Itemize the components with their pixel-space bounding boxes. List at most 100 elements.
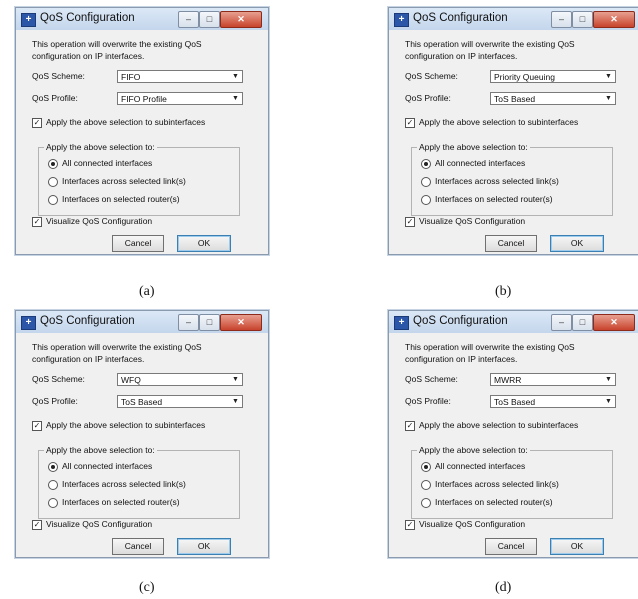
qos-profile-label: QoS Profile: [405,93,451,103]
subinterfaces-checkbox[interactable]: ✓ Apply the above selection to subinterfa… [32,117,205,128]
radio-empty-icon [421,194,431,205]
close-button[interactable]: ✕ [220,11,262,28]
qos-profile-value: ToS Based [121,397,163,407]
qos-dialog-c: + QoS Configuration – □ ✕ This operation… [15,310,269,558]
qos-scheme-select[interactable]: MWRR ▼ [490,373,616,386]
maximize-button[interactable]: □ [572,314,593,331]
qos-scheme-select[interactable]: Priority Queuing ▼ [490,70,616,83]
maximize-button[interactable]: □ [199,314,220,331]
cancel-button[interactable]: Cancel [485,235,537,252]
caption-a: (a) [139,284,155,299]
close-button[interactable]: ✕ [220,314,262,331]
window-title: QoS Configuration [40,12,135,24]
group-title: Apply the above selection to: [417,445,530,455]
radio-selected-icon [48,158,58,169]
description-text: This operation will overwrite the existi… [32,39,202,61]
qos-scheme-label: QoS Scheme: [32,374,85,384]
qos-scheme-select[interactable]: FIFO ▼ [117,70,243,83]
app-icon: + [394,316,409,330]
cancel-button[interactable]: Cancel [112,235,164,252]
radio-routers-label: Interfaces on selected router(s) [435,194,553,204]
subinterfaces-label: Apply the above selection to subinterfac… [46,117,206,127]
qos-dialog-d: + QoS Configuration – □ ✕ This operation… [388,310,638,558]
radio-all-label: All connected interfaces [62,461,153,471]
checkmark-icon: ✓ [405,216,415,227]
window-title: QoS Configuration [40,315,135,327]
title-bar[interactable]: + QoS Configuration – □ ✕ [389,8,638,30]
radio-all-connected[interactable]: All connected interfaces [421,158,525,169]
subinterfaces-checkbox[interactable]: ✓ Apply the above selection to subinterfa… [32,420,205,431]
radio-selected-icon [421,461,431,472]
chevron-down-icon: ▼ [232,376,239,383]
maximize-button[interactable]: □ [199,11,220,28]
ok-button[interactable]: OK [177,538,231,555]
group-title: Apply the above selection to: [44,445,157,455]
radio-selected-routers[interactable]: Interfaces on selected router(s) [421,194,553,205]
visualize-checkbox[interactable]: ✓ Visualize QoS Configuration [32,519,152,530]
cancel-button[interactable]: Cancel [485,538,537,555]
subinterfaces-checkbox[interactable]: ✓ Apply the above selection to subinterfa… [405,117,578,128]
radio-all-label: All connected interfaces [435,461,526,471]
chevron-down-icon: ▼ [605,398,612,405]
qos-profile-value: ToS Based [494,94,536,104]
radio-empty-icon [421,497,431,508]
qos-profile-value: FIFO Profile [121,94,167,104]
checkmark-icon: ✓ [32,117,42,128]
close-button[interactable]: ✕ [593,11,635,28]
radio-selected-routers[interactable]: Interfaces on selected router(s) [48,194,180,205]
minimize-button[interactable]: – [551,314,572,331]
cancel-button[interactable]: Cancel [112,538,164,555]
visualize-checkbox[interactable]: ✓ Visualize QoS Configuration [32,216,152,227]
radio-all-connected[interactable]: All connected interfaces [48,461,152,472]
visualize-label: Visualize QoS Configuration [419,216,526,226]
radio-selected-icon [48,461,58,472]
qos-scheme-select[interactable]: WFQ ▼ [117,373,243,386]
radio-selected-links[interactable]: Interfaces across selected link(s) [48,479,186,490]
ok-button[interactable]: OK [550,235,604,252]
title-bar[interactable]: + QoS Configuration – □ ✕ [16,8,268,30]
radio-empty-icon [421,176,431,187]
radio-selected-links[interactable]: Interfaces across selected link(s) [48,176,186,187]
subinterfaces-label: Apply the above selection to subinterfac… [419,420,579,430]
title-bar[interactable]: + QoS Configuration – □ ✕ [389,311,638,333]
qos-dialog-a: + QoS Configuration – □ ✕ This operation… [15,7,269,255]
apply-selection-group: Apply the above selection to: All connec… [411,142,613,216]
visualize-label: Visualize QoS Configuration [46,519,153,529]
radio-links-label: Interfaces across selected link(s) [435,176,559,186]
minimize-button[interactable]: – [551,11,572,28]
maximize-button[interactable]: □ [572,11,593,28]
radio-empty-icon [48,176,58,187]
radio-all-connected[interactable]: All connected interfaces [48,158,152,169]
qos-profile-label: QoS Profile: [32,93,78,103]
radio-selected-routers[interactable]: Interfaces on selected router(s) [421,497,553,508]
checkmark-icon: ✓ [405,420,415,431]
radio-empty-icon [48,479,58,490]
minimize-button[interactable]: – [178,11,199,28]
radio-selected-links[interactable]: Interfaces across selected link(s) [421,479,559,490]
qos-scheme-label: QoS Scheme: [405,374,458,384]
radio-selected-routers[interactable]: Interfaces on selected router(s) [48,497,180,508]
ok-button[interactable]: OK [550,538,604,555]
title-bar[interactable]: + QoS Configuration – □ ✕ [16,311,268,333]
subinterfaces-checkbox[interactable]: ✓ Apply the above selection to subinterfa… [405,420,578,431]
qos-scheme-label: QoS Scheme: [405,71,458,81]
apply-selection-group: Apply the above selection to: All connec… [411,445,613,519]
radio-all-connected[interactable]: All connected interfaces [421,461,525,472]
qos-scheme-value: FIFO [121,72,141,82]
caption-d: (d) [495,580,512,595]
dialog-body: This operation will overwrite the existi… [392,333,638,555]
radio-routers-label: Interfaces on selected router(s) [62,497,180,507]
qos-profile-select[interactable]: ToS Based ▼ [490,92,616,105]
close-button[interactable]: ✕ [593,314,635,331]
chevron-down-icon: ▼ [232,95,239,102]
description-text: This operation will overwrite the existi… [32,342,202,364]
qos-profile-select[interactable]: ToS Based ▼ [117,395,243,408]
ok-button[interactable]: OK [177,235,231,252]
visualize-checkbox[interactable]: ✓ Visualize QoS Configuration [405,216,525,227]
qos-profile-select[interactable]: ToS Based ▼ [490,395,616,408]
radio-routers-label: Interfaces on selected router(s) [435,497,553,507]
minimize-button[interactable]: – [178,314,199,331]
visualize-checkbox[interactable]: ✓ Visualize QoS Configuration [405,519,525,530]
radio-selected-links[interactable]: Interfaces across selected link(s) [421,176,559,187]
qos-profile-select[interactable]: FIFO Profile ▼ [117,92,243,105]
